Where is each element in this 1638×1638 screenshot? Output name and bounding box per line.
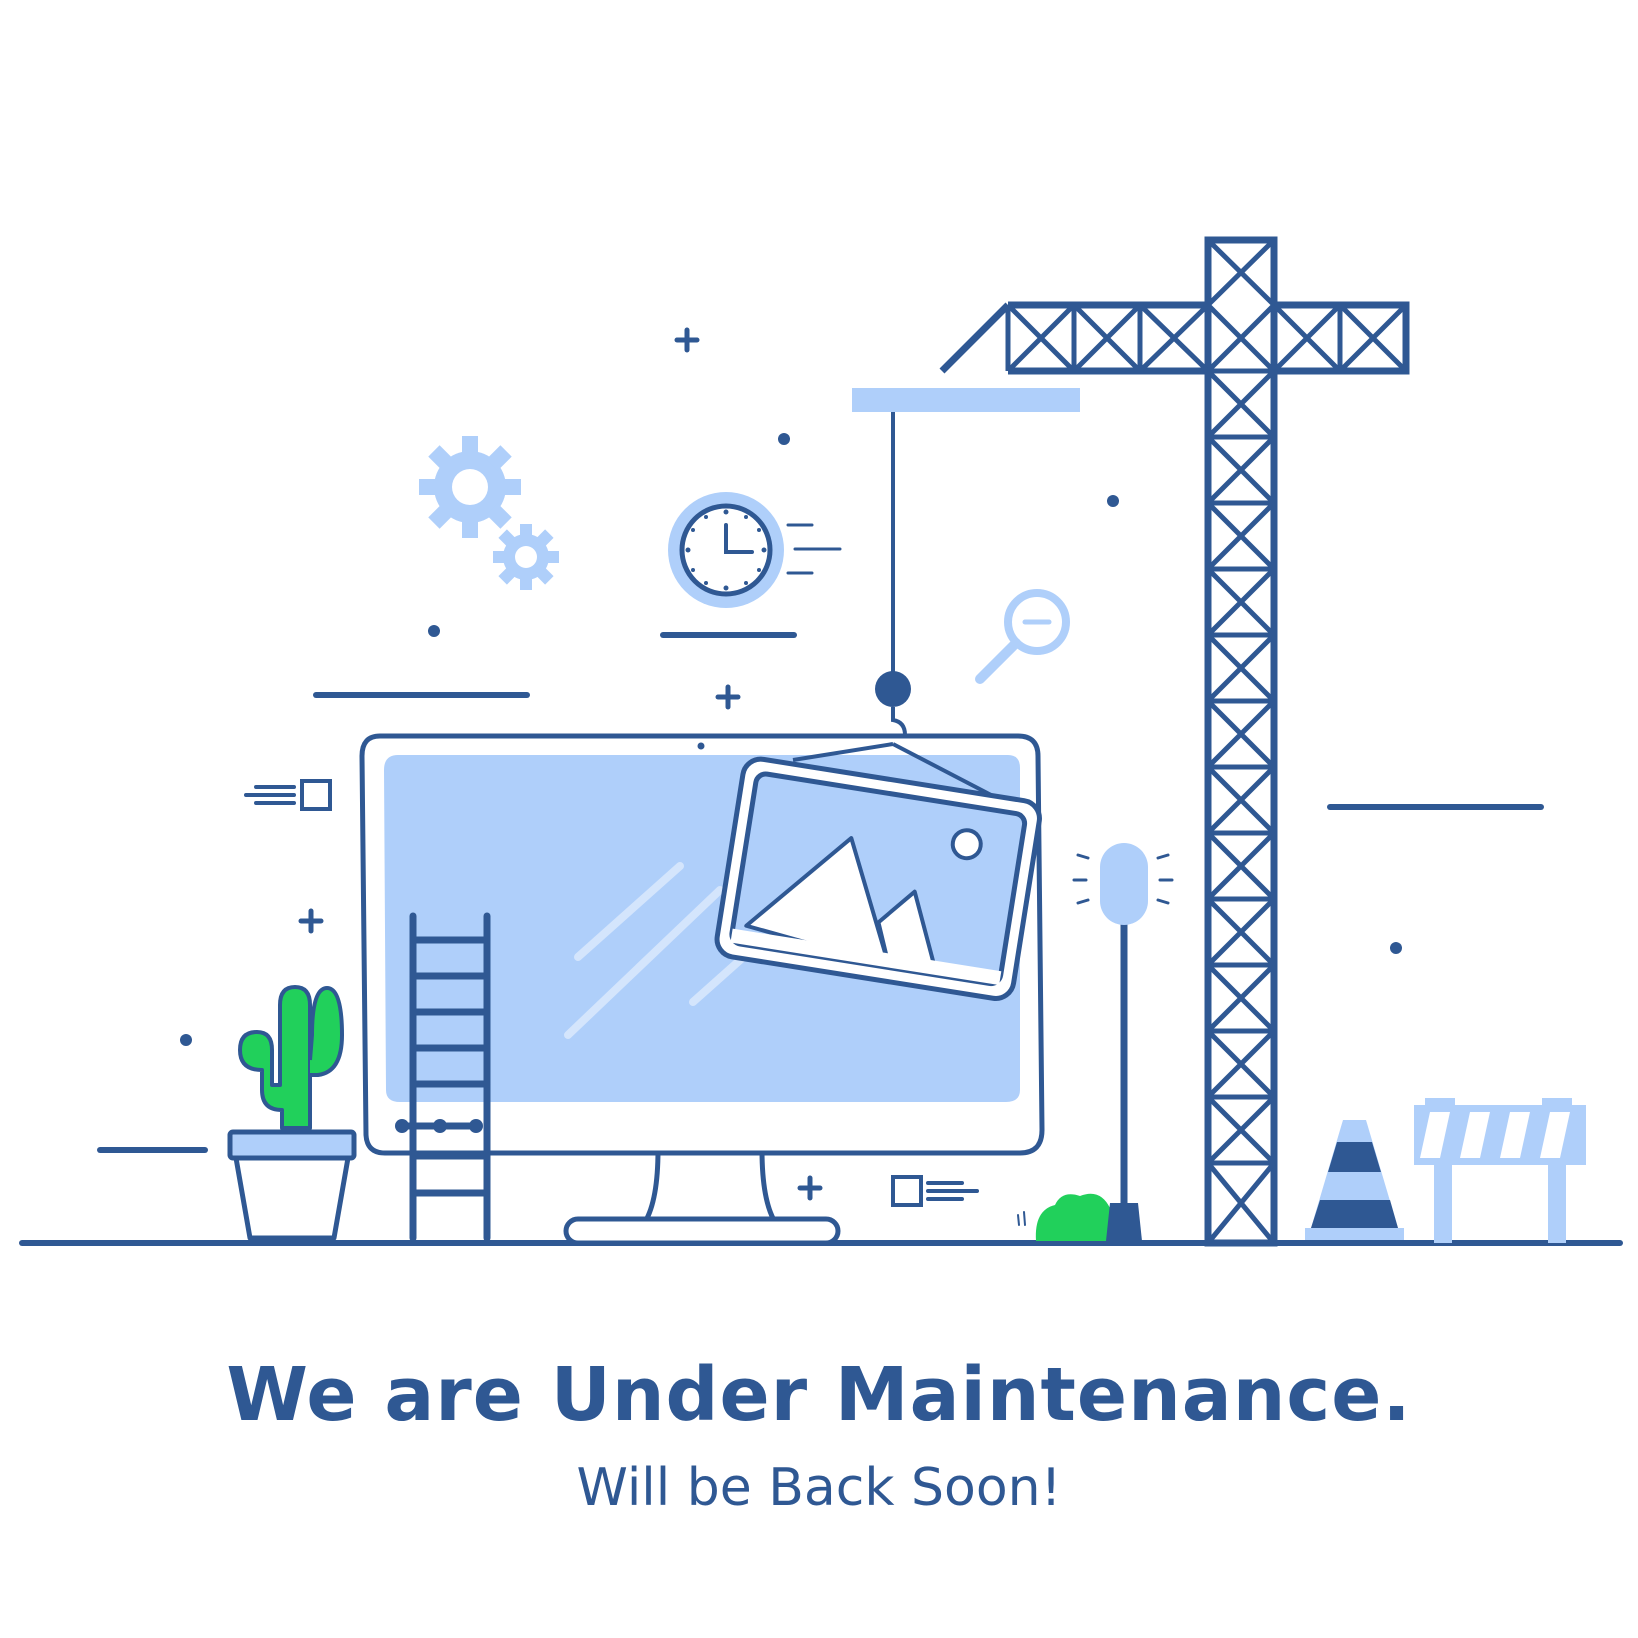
clock-icon: [668, 492, 842, 608]
bush-icon: [1017, 1193, 1122, 1241]
page-title: We are Under Maintenance.: [226, 1352, 1412, 1438]
flower-pot: [227, 1129, 357, 1241]
barrier-icon: [1414, 1098, 1586, 1243]
square-decor-right: [891, 1175, 979, 1207]
gear-icon: [419, 436, 559, 590]
cactus-icon: [238, 985, 344, 1130]
square-decor-left: [244, 779, 332, 811]
magnifier-icon: [975, 589, 1070, 684]
crane-beam: [852, 388, 1080, 412]
warning-light-icon: [1072, 843, 1174, 1241]
page-subtitle: Will be Back Soon!: [576, 1458, 1062, 1518]
crane-hook-ball: [875, 671, 911, 707]
traffic-cone-icon: [1305, 1120, 1404, 1240]
